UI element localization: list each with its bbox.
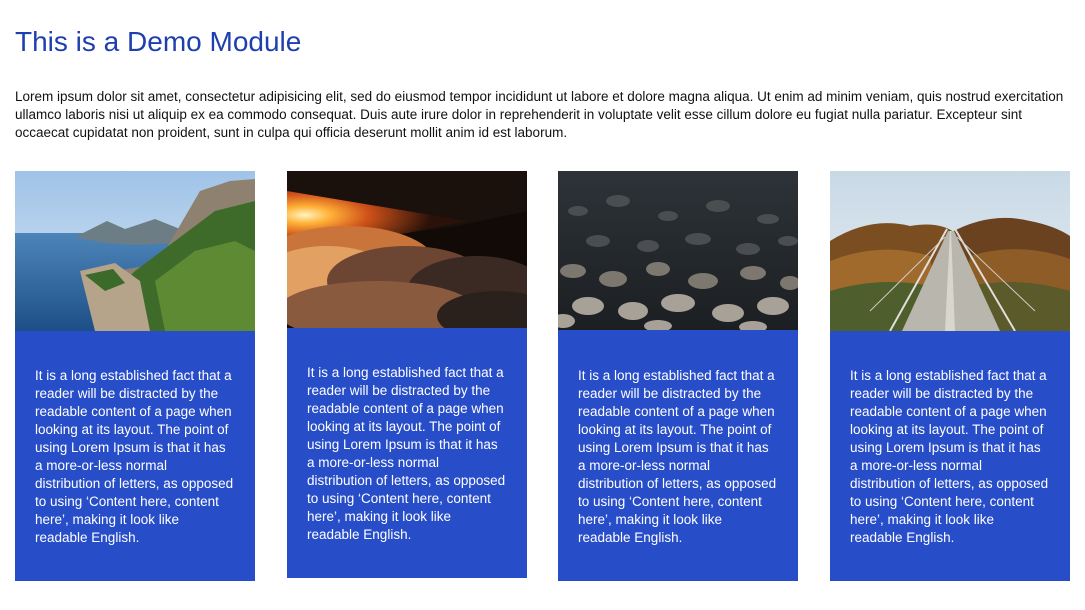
module-title: This is a Demo Module: [15, 26, 302, 57]
feature-card: It is a long established fact that a rea…: [287, 171, 527, 578]
sunset-clouds-photo: [287, 171, 527, 328]
feature-card: It is a long established fact that a rea…: [558, 171, 798, 581]
card-text: It is a long established fact that a rea…: [850, 368, 1049, 545]
card-text: It is a long established fact that a rea…: [35, 368, 234, 545]
river-stones-photo: [558, 171, 798, 330]
card-text: It is a long established fact that a rea…: [307, 365, 506, 542]
coastal-cliff-photo: [15, 171, 255, 331]
intro-paragraph: Lorem ipsum dolor sit amet, consectetur …: [15, 89, 1064, 140]
card-body: It is a long established fact that a rea…: [15, 331, 255, 581]
card-body: It is a long established fact that a rea…: [558, 330, 798, 581]
card-body: It is a long established fact that a rea…: [287, 328, 527, 578]
card-body: It is a long established fact that a rea…: [830, 331, 1070, 581]
suspension-bridge-photo: [830, 171, 1070, 331]
feature-card: It is a long established fact that a rea…: [15, 171, 255, 581]
feature-card: It is a long established fact that a rea…: [830, 171, 1070, 581]
card-text: It is a long established fact that a rea…: [578, 368, 777, 545]
